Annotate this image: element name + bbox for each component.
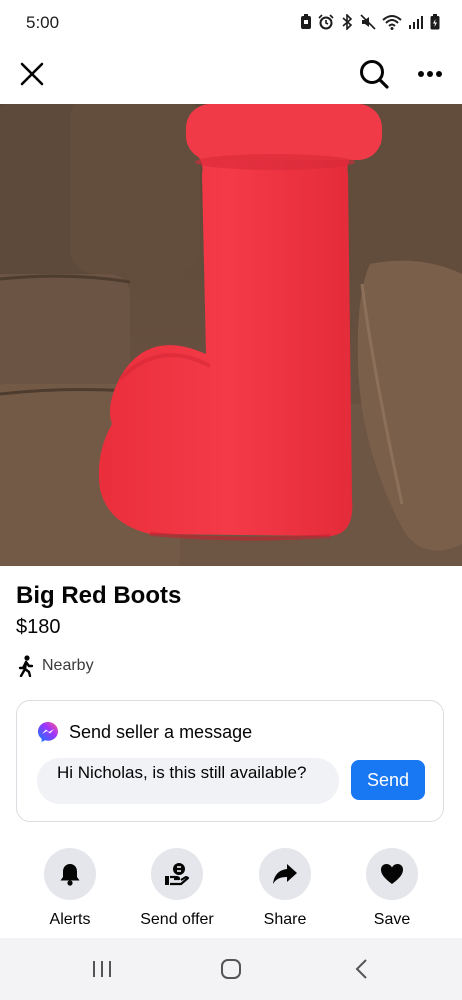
mute-icon: [360, 14, 376, 35]
more-options-button[interactable]: [410, 54, 450, 94]
search-icon: [360, 60, 389, 89]
heart-icon: [381, 864, 403, 884]
walking-person-icon: [18, 655, 34, 677]
system-nav-bar: [0, 938, 462, 1000]
alerts-button[interactable]: Alerts: [20, 848, 120, 929]
message-seller-card: Send seller a message Hi Nicholas, is th…: [16, 700, 444, 822]
close-icon: [20, 62, 44, 86]
status-bar: 5:00: [0, 0, 462, 46]
action-row: Alerts Send offer Share Save: [0, 848, 462, 938]
more-icon: [418, 71, 442, 77]
save-button[interactable]: Save: [342, 848, 442, 929]
send-offer-circle[interactable]: [151, 848, 203, 900]
send-button[interactable]: Send: [351, 760, 425, 800]
alarm-icon: [318, 14, 334, 35]
messenger-icon: [38, 722, 58, 742]
message-input[interactable]: Hi Nicholas, is this still available?: [37, 758, 339, 804]
top-bar: [0, 46, 462, 104]
send-offer-button[interactable]: Send offer: [127, 848, 227, 929]
status-time: 5:00: [26, 13, 60, 32]
bluetooth-icon: [340, 13, 354, 35]
recent-apps-button[interactable]: [82, 954, 122, 984]
recent-apps-icon: [93, 961, 111, 977]
share-button[interactable]: Share: [235, 848, 335, 929]
back-icon: [355, 959, 367, 979]
close-button[interactable]: [12, 54, 52, 94]
bell-icon: [60, 864, 80, 886]
home-icon: [221, 959, 241, 979]
share-circle[interactable]: [259, 848, 311, 900]
save-circle[interactable]: [366, 848, 418, 900]
message-heading-text: Send seller a message: [69, 721, 253, 742]
save-label: Save: [373, 911, 411, 928]
listing-title: Big Red Boots: [16, 582, 182, 609]
share-icon: [273, 864, 297, 884]
boot-photo-image: [0, 104, 462, 566]
signal-icon: [408, 14, 424, 35]
battery-icon: [430, 14, 440, 35]
alerts-label: Alerts: [49, 911, 91, 928]
message-heading: Send seller a message: [37, 721, 252, 743]
alerts-circle[interactable]: [44, 848, 96, 900]
battery-saver-icon: [300, 14, 312, 35]
listing-location: Nearby: [16, 655, 94, 677]
status-icons: [300, 13, 440, 35]
location-label: Nearby: [42, 657, 94, 674]
offer-icon: [165, 863, 190, 886]
search-button[interactable]: [354, 54, 394, 94]
listing-photo[interactable]: [0, 104, 462, 566]
listing-price: $180: [16, 616, 61, 638]
send-offer-label: Send offer: [140, 911, 214, 928]
share-label: Share: [263, 911, 307, 928]
back-button[interactable]: [341, 954, 381, 984]
home-button[interactable]: [211, 954, 251, 984]
wifi-icon: [382, 14, 402, 35]
